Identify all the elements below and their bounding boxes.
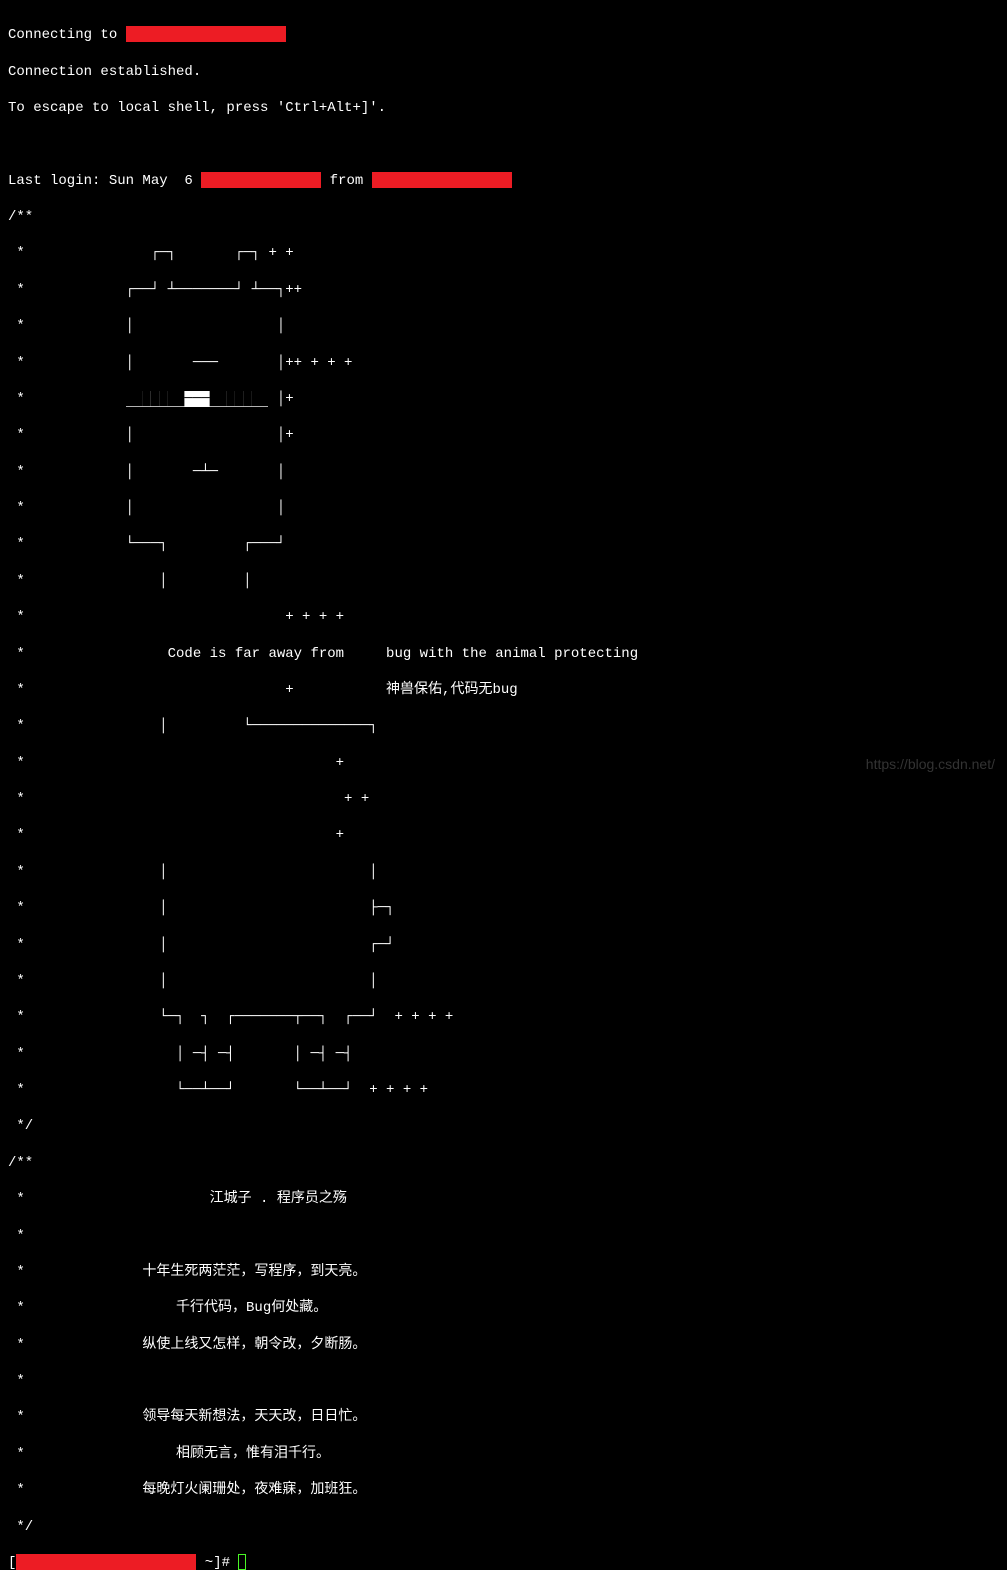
ascii-line: * └─┐ ┐ ┌───────┬──┐ ┌──┘ + + + + (8, 1008, 999, 1026)
ascii-line: * │ │ (8, 572, 999, 590)
watermark-text: https://blog.csdn.net/ (866, 755, 995, 773)
poem-close: */ (8, 1518, 999, 1536)
ascii-line: * │ │ (8, 972, 999, 990)
ascii-line: * + (8, 754, 999, 772)
ascii-line: * ┌─┐ ┌─┐ + + (8, 244, 999, 262)
ascii-line: │+ (268, 391, 293, 407)
ascii-line: * │ │ (8, 863, 999, 881)
redacted-from (372, 172, 512, 188)
poem-blank: * (8, 1372, 999, 1390)
comment-open: /** (8, 208, 999, 226)
terminal-output[interactable]: Connecting to Connection established. To… (8, 8, 999, 1570)
code-blessing-en: * Code is far away from bug with the ani… (8, 645, 999, 663)
ascii-line: * + + + + (8, 608, 999, 626)
ascii-line: * └───┐ ┌───┘ (8, 535, 999, 553)
ascii-line: * └──┴──┘ └──┴──┘ + + + + (8, 1081, 999, 1099)
connection-established: Connection established. (8, 63, 999, 81)
ascii-line: * + (8, 826, 999, 844)
poem-blank: * (8, 1227, 999, 1245)
poem-line: * 相顾无言，惟有泪千行。 (8, 1445, 999, 1463)
ascii-line: * (8, 391, 126, 407)
ascii-line: * │ │ (8, 317, 999, 335)
ascii-line: * │ │ (8, 499, 999, 517)
prompt-pre: [ (8, 1555, 16, 1570)
redacted-time (201, 172, 321, 188)
poem-line: * 每晚灯火阑珊处，夜难寐，加班狂。 (8, 1481, 999, 1499)
prompt-post: ~]# (196, 1555, 238, 1570)
comment-close: */ (8, 1117, 999, 1135)
redacted-hostname (16, 1554, 196, 1570)
ascii-line: * │ └──────────────┐ (8, 717, 999, 735)
connecting-text: Connecting to (8, 27, 126, 43)
ascii-line: * │ ─┴─ │ (8, 463, 999, 481)
ascii-line: * │ │+ (8, 426, 999, 444)
poem-line: * 纵使上线又怎样，朝令改，夕断肠。 (8, 1336, 999, 1354)
ascii-eyes-inverted: ███████───███████ (126, 391, 269, 407)
ascii-line: * │ ├─┐ (8, 899, 999, 917)
ascii-line: * │ ─── │++ + + + (8, 354, 999, 372)
ascii-line: * + + (8, 790, 999, 808)
code-blessing-zh: * + 神兽保佑,代码无bug (8, 681, 999, 699)
escape-hint: To escape to local shell, press 'Ctrl+Al… (8, 99, 999, 117)
terminal-cursor[interactable] (238, 1554, 246, 1570)
redacted-host (126, 26, 286, 42)
ascii-line: * │ ┌─┘ (8, 936, 999, 954)
ascii-line: * │ ─┤ ─┤ │ ─┤ ─┤ (8, 1045, 999, 1063)
last-login-pre: Last login: Sun May 6 (8, 173, 201, 189)
poem-line: * 十年生死两茫茫，写程序，到天亮。 (8, 1263, 999, 1281)
ascii-line: * ┌──┘ ┴───────┘ ┴──┐++ (8, 281, 999, 299)
poem-line: * 领导每天新想法，天天改，日日忙。 (8, 1408, 999, 1426)
poem-open: /** (8, 1154, 999, 1172)
poem-title: * 江城子 . 程序员之殇 (8, 1190, 999, 1208)
last-login-mid: from (321, 173, 371, 189)
poem-line: * 千行代码，Bug何处藏。 (8, 1299, 999, 1317)
